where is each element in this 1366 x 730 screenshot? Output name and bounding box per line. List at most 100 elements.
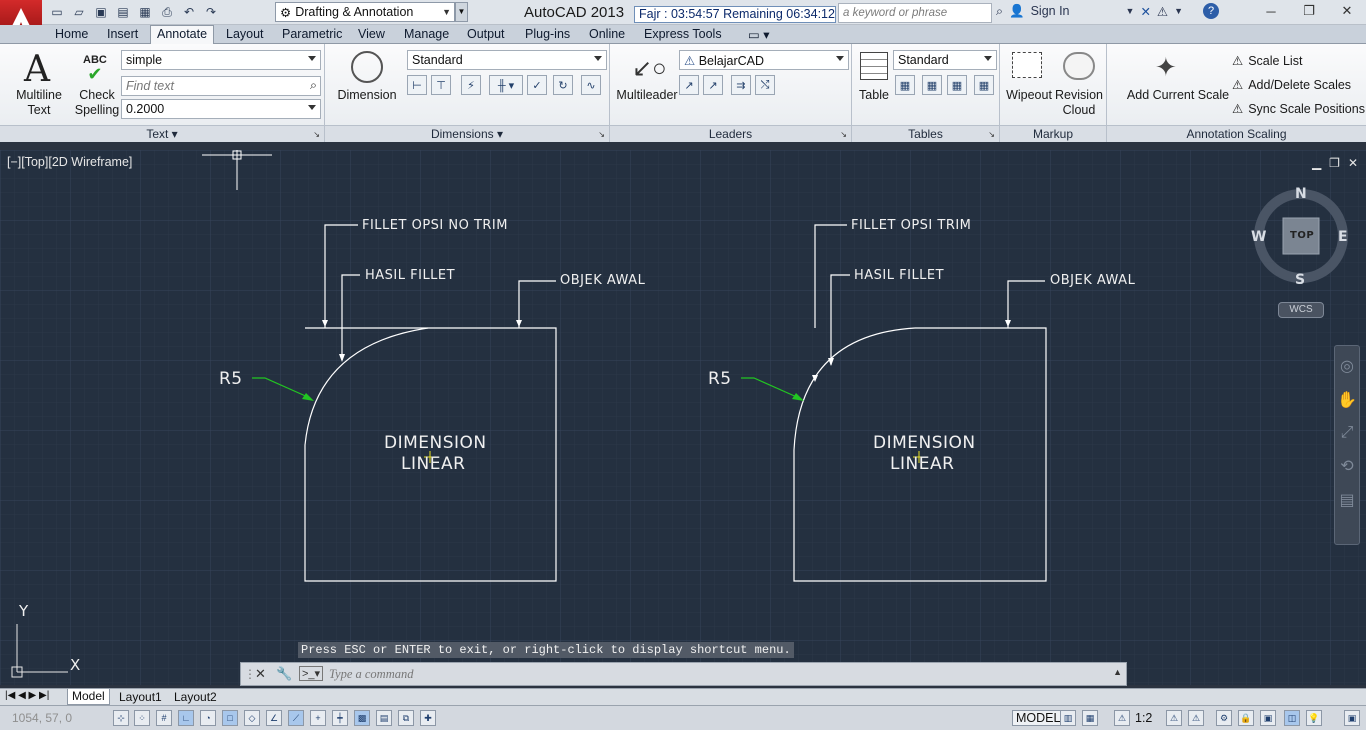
- dialog-launcher-icon[interactable]: ↘: [598, 130, 605, 139]
- multileader-button[interactable]: Multileader: [612, 88, 682, 103]
- find-icon[interactable]: ⌕: [310, 78, 317, 93]
- hardware-acceleration-icon[interactable]: ▣: [1260, 710, 1276, 726]
- dimensions-panel-title[interactable]: Dimensions ▾: [325, 125, 609, 142]
- auto-scale-icon[interactable]: ⚠: [1188, 710, 1204, 726]
- a360-icon[interactable]: ⚠: [1157, 4, 1168, 19]
- revision-cloud-button[interactable]: Revision Cloud: [1054, 88, 1104, 118]
- infer-constraints-icon[interactable]: ⊹: [113, 710, 129, 726]
- dialog-launcher-icon[interactable]: ↘: [988, 130, 995, 139]
- minimize-icon[interactable]: ▁: [1312, 156, 1321, 170]
- wcs-menu[interactable]: WCS: [1278, 302, 1324, 318]
- dynamic-input-icon[interactable]: +: [310, 710, 326, 726]
- clean-screen-icon[interactable]: ▣: [1344, 710, 1360, 726]
- quick-view-layouts-icon[interactable]: ▥: [1060, 710, 1076, 726]
- dim-break-icon[interactable]: ∿: [581, 75, 601, 95]
- tab-express-tools[interactable]: Express Tools: [638, 26, 728, 44]
- ortho-mode-icon[interactable]: ∟: [178, 710, 194, 726]
- add-delete-scales-button[interactable]: ⚠ Add/Delete Scales: [1232, 77, 1351, 93]
- add-current-scale-icon[interactable]: ✦: [1155, 52, 1177, 83]
- sign-in-link[interactable]: Sign In: [1031, 4, 1070, 18]
- collect-leader-icon[interactable]: ⤭: [755, 75, 775, 95]
- annotation-scale-icon[interactable]: ⚠: [1114, 710, 1130, 726]
- drawing-viewport[interactable]: [−][Top][2D Wireframe] ▁ ❐ ✕ N S E W TOP…: [0, 150, 1366, 686]
- wipeout-icon[interactable]: [1012, 52, 1042, 78]
- dim-inspect-icon[interactable]: ✓: [527, 75, 547, 95]
- compass-south[interactable]: S: [1295, 272, 1306, 288]
- save-as-icon[interactable]: ▤: [114, 4, 132, 20]
- dialog-launcher-icon[interactable]: ↘: [313, 130, 320, 139]
- quick-properties-icon[interactable]: ▤: [376, 710, 392, 726]
- add-current-scale-button[interactable]: Add Current Scale: [1117, 88, 1239, 103]
- tab-layout1[interactable]: Layout1: [115, 690, 166, 704]
- link-data-icon[interactable]: ▦: [922, 75, 942, 95]
- steering-wheel-icon[interactable]: ◎: [1340, 356, 1354, 376]
- tab-layout[interactable]: Layout: [220, 26, 270, 44]
- close-icon[interactable]: ✕: [1348, 156, 1358, 170]
- text-panel-title[interactable]: Text ▾: [0, 125, 324, 142]
- tab-online[interactable]: Online: [583, 26, 631, 44]
- dialog-launcher-icon[interactable]: ↘: [840, 130, 847, 139]
- multiline-text-icon[interactable]: A: [24, 49, 50, 90]
- snap-mode-icon[interactable]: ⁘: [134, 710, 150, 726]
- tab-manage[interactable]: Manage: [398, 26, 455, 44]
- object-snap-tracking-icon[interactable]: ∠: [266, 710, 282, 726]
- command-prompt-icon[interactable]: >_▾: [299, 666, 324, 681]
- quick-view-drawings-icon[interactable]: ▦: [1082, 710, 1098, 726]
- minimize-button[interactable]: ─: [1252, 0, 1290, 22]
- wrench-icon[interactable]: 🔧: [276, 666, 292, 682]
- tab-output[interactable]: Output: [461, 26, 511, 44]
- multiline-text-button[interactable]: Multiline Text: [10, 88, 68, 118]
- workspace-selector[interactable]: ⚙ Drafting & Annotation ▼: [275, 2, 455, 22]
- tab-view[interactable]: View: [352, 26, 391, 44]
- restore-icon[interactable]: ❐: [1329, 156, 1340, 170]
- 3d-object-snap-icon[interactable]: ◇: [244, 710, 260, 726]
- exchange-icon[interactable]: ✕: [1140, 4, 1150, 19]
- dimension-icon[interactable]: [351, 51, 383, 83]
- tab-parametric[interactable]: Parametric: [276, 26, 348, 44]
- annotation-visibility-icon[interactable]: ⚠: [1166, 710, 1182, 726]
- grid-display-icon[interactable]: #: [156, 710, 172, 726]
- revision-cloud-icon[interactable]: [1063, 52, 1095, 80]
- lineweight-icon[interactable]: ┿: [332, 710, 348, 726]
- redo-icon[interactable]: ↷: [202, 4, 220, 20]
- dim-linear-icon[interactable]: ⊢: [407, 75, 427, 95]
- workspace-switching-icon[interactable]: ⚙: [1216, 710, 1232, 726]
- selection-cycling-icon[interactable]: ⧉: [398, 710, 414, 726]
- viewport-controls-label[interactable]: [−][Top][2D Wireframe]: [7, 155, 132, 169]
- add-leader-icon[interactable]: ↗: [679, 75, 699, 95]
- coordinates-readout[interactable]: 1054, 57, 0: [12, 711, 72, 725]
- dim-update-icon[interactable]: ↻: [553, 75, 573, 95]
- tab-plugins[interactable]: Plug-ins: [519, 26, 576, 44]
- lightbulb-icon[interactable]: 💡: [1306, 710, 1322, 726]
- upload-source-icon[interactable]: ▦: [974, 75, 994, 95]
- isolate-objects-icon[interactable]: ◫: [1284, 710, 1300, 726]
- tab-layout2[interactable]: Layout2: [170, 690, 221, 704]
- chevron-down-icon[interactable]: ▼: [1174, 6, 1183, 16]
- object-snap-icon[interactable]: □: [222, 710, 238, 726]
- help-icon[interactable]: ?: [1203, 3, 1220, 19]
- lock-ui-icon[interactable]: 🔒: [1238, 710, 1254, 726]
- dimension-style-select[interactable]: Standard: [407, 50, 607, 70]
- extract-data-icon[interactable]: ▦: [895, 75, 915, 95]
- compass-north[interactable]: N: [1295, 186, 1307, 202]
- command-input[interactable]: Type a command: [329, 667, 413, 682]
- tab-nav-first-icon[interactable]: |◀ ◀ ▶ ▶|: [5, 690, 49, 701]
- tab-model[interactable]: Model: [67, 689, 110, 705]
- command-history-toggle-icon[interactable]: ▲: [1113, 667, 1122, 677]
- pan-icon[interactable]: ✋: [1337, 390, 1357, 410]
- print-icon[interactable]: ⎙: [158, 4, 176, 20]
- wipeout-button[interactable]: Wipeout: [1002, 88, 1056, 103]
- compass-east[interactable]: E: [1338, 229, 1348, 245]
- scale-list-button[interactable]: ⚠ Scale List: [1232, 53, 1302, 69]
- transparency-icon[interactable]: ▩: [354, 710, 370, 726]
- tab-insert[interactable]: Insert: [101, 26, 144, 44]
- table-style-select[interactable]: Standard: [893, 50, 997, 70]
- download-source-icon[interactable]: ▦: [947, 75, 967, 95]
- dimension-button[interactable]: Dimension: [333, 88, 401, 103]
- multileader-icon[interactable]: ↙○: [632, 54, 667, 83]
- sync-scale-positions-button[interactable]: ⚠ Sync Scale Positions: [1232, 101, 1365, 117]
- dim-continue-icon[interactable]: ╫ ▾: [489, 75, 523, 95]
- ribbon-minimize-icon[interactable]: ▭ ▾: [742, 26, 776, 44]
- annotation-scale-selector[interactable]: 1:2: [1135, 711, 1152, 725]
- text-style-select[interactable]: simple: [121, 50, 321, 70]
